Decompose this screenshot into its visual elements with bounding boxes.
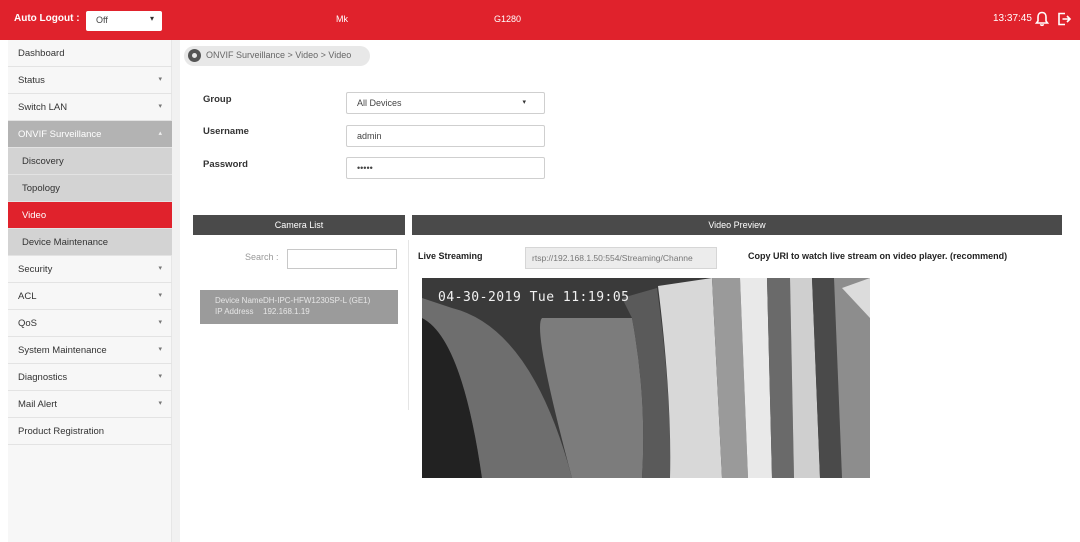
chevron-down-icon: ▾: [149, 14, 154, 23]
device-name: Mk: [336, 14, 348, 24]
chevron-down-icon: ▾: [158, 292, 162, 299]
sidebar-item-device-maintenance[interactable]: Device Maintenance: [8, 229, 172, 256]
video-preview-header: Video Preview: [412, 215, 1062, 235]
chevron-down-icon: ▾: [158, 103, 162, 110]
bell-icon[interactable]: [1035, 11, 1049, 27]
sidebar-item-product-registration[interactable]: Product Registration: [8, 418, 172, 445]
sidebar-item-video[interactable]: Video: [8, 202, 172, 229]
sidebar-item-label: Device Maintenance: [22, 237, 109, 248]
top-bar: Auto Logout : Off ▾ Mk G1280 13:37:45: [0, 0, 1080, 40]
sidebar-item-label: Security: [18, 264, 53, 275]
username-value: admin: [357, 131, 382, 141]
device-model: G1280: [494, 14, 522, 24]
ip-address-label: IP Address: [215, 307, 254, 316]
sidebar-item-label: Topology: [22, 183, 61, 194]
sidebar-item-label: Diagnostics: [18, 372, 68, 383]
group-label: Group: [203, 94, 232, 105]
sidebar-item-label: System Maintenance: [18, 345, 107, 356]
device-name-label: Device Name: [215, 296, 264, 305]
group-select[interactable]: All Devices ▾: [346, 92, 545, 114]
auto-logout-value: Off: [96, 15, 108, 25]
chevron-up-icon: ▴: [158, 130, 162, 137]
breadcrumb-text: ONVIF Surveillance > Video > Video: [206, 50, 352, 60]
username-label: Username: [203, 126, 249, 137]
sidebar-item-dashboard[interactable]: Dashboard: [8, 40, 172, 67]
sidebar-item-topology[interactable]: Topology: [8, 175, 172, 202]
chevron-down-icon: ▾: [522, 99, 526, 106]
sidebar-item-label: Discovery: [22, 156, 64, 167]
sidebar-item-acl[interactable]: ACL ▾: [8, 283, 172, 310]
device-name-value: DH-IPC-HFW1230SP-L (GE1): [263, 296, 371, 305]
group-value: All Devices: [357, 98, 402, 108]
video-stream[interactable]: 04-30-2019 Tue 11:19:05: [422, 278, 870, 478]
camera-list-item[interactable]: Device Name DH-IPC-HFW1230SP-L (GE1) IP …: [200, 290, 398, 324]
location-pin-icon: [188, 49, 201, 62]
video-timestamp: 04-30-2019 Tue 11:19:05: [438, 290, 630, 305]
stream-uri-field[interactable]: rtsp://192.168.1.50:554/Streaming/Channe: [525, 247, 717, 269]
sidebar-item-label: Video: [22, 210, 47, 221]
chevron-down-icon: ▾: [158, 265, 162, 272]
logout-icon[interactable]: [1056, 11, 1072, 27]
sidebar-item-label: Status: [18, 75, 45, 86]
chevron-down-icon: ▾: [158, 76, 162, 83]
sidebar-item-qos[interactable]: QoS ▾: [8, 310, 172, 337]
stream-uri-value: rtsp://192.168.1.50:554/Streaming/Channe: [532, 253, 693, 263]
chevron-down-icon: ▾: [158, 373, 162, 380]
sidebar-item-diagnostics[interactable]: Diagnostics ▾: [8, 364, 172, 391]
system-time: 13:37:45: [993, 13, 1032, 24]
breadcrumb: ONVIF Surveillance > Video > Video: [184, 46, 370, 66]
panel-divider: [408, 240, 409, 410]
auto-logout-select[interactable]: Off ▾: [86, 11, 162, 31]
sidebar-item-label: Switch LAN: [18, 102, 68, 113]
search-label: Search :: [245, 252, 279, 262]
sidebar-item-label: Product Registration: [18, 426, 105, 437]
sidebar-item-security[interactable]: Security ▾: [8, 256, 172, 283]
sidebar: Dashboard Status ▾ Switch LAN ▾ ONVIF Su…: [8, 40, 180, 542]
sidebar-scrollbar[interactable]: [172, 40, 180, 542]
sidebar-item-discovery[interactable]: Discovery: [8, 148, 172, 175]
sidebar-item-switch-lan[interactable]: Switch LAN ▾: [8, 94, 172, 121]
password-value: •••••: [357, 163, 373, 173]
chevron-down-icon: ▾: [158, 319, 162, 326]
chevron-down-icon: ▾: [158, 400, 162, 407]
sidebar-item-label: QoS: [18, 318, 38, 329]
sidebar-item-label: Dashboard: [18, 48, 65, 59]
password-label: Password: [203, 159, 248, 170]
chevron-down-icon: ▾: [158, 346, 162, 353]
live-streaming-label: Live Streaming: [418, 251, 483, 261]
sidebar-item-label: Mail Alert: [18, 399, 58, 410]
auto-logout-label: Auto Logout :: [14, 13, 80, 24]
camera-list-title: Camera List: [274, 220, 324, 230]
copy-uri-note: Copy URI to watch live stream on video p…: [748, 251, 1008, 261]
sidebar-item-mail-alert[interactable]: Mail Alert ▾: [8, 391, 172, 418]
password-field[interactable]: •••••: [346, 157, 545, 179]
sidebar-item-system-maintenance[interactable]: System Maintenance ▾: [8, 337, 172, 364]
ip-address-value: 192.168.1.19: [263, 307, 310, 316]
video-preview-title: Video Preview: [708, 220, 766, 230]
sidebar-item-label: ACL: [18, 291, 37, 302]
video-frame: [422, 278, 870, 478]
sidebar-item-label: ONVIF Surveillance: [18, 129, 102, 140]
username-field[interactable]: admin: [346, 125, 545, 147]
sidebar-item-onvif-surveillance[interactable]: ONVIF Surveillance ▴: [8, 121, 172, 148]
sidebar-item-status[interactable]: Status ▾: [8, 67, 172, 94]
search-input[interactable]: [287, 249, 397, 269]
camera-list-header: Camera List: [193, 215, 405, 235]
